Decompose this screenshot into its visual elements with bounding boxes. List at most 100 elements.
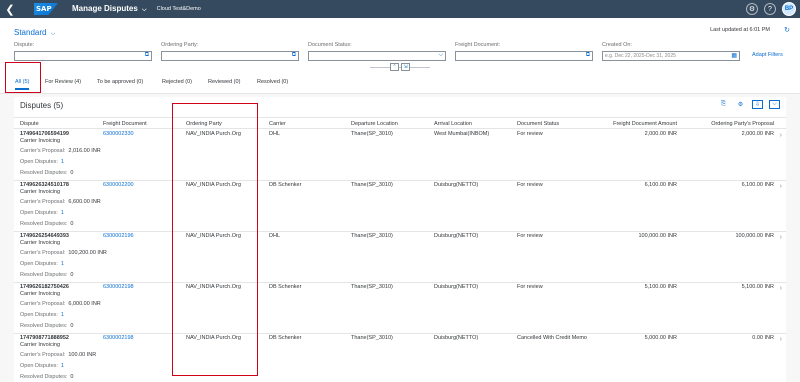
freight-document-link[interactable]: 6300002196 <box>103 233 134 239</box>
carrier-proposal-field: Carrier's Proposal: 100,200.00 INR <box>20 250 107 256</box>
carrier-proposal-value: 100.00 INR <box>68 352 97 358</box>
value-help-icon[interactable]: ⧉ <box>586 52 590 59</box>
document-status-filter-select[interactable]: ⌵ <box>308 51 446 61</box>
system-subtitle: Cloud Test&Demo <box>156 6 201 12</box>
tab-for-review[interactable]: For Review (4) <box>45 78 81 85</box>
dispute-id: 1749626254649393 <box>20 233 69 239</box>
navigation-arrow-icon[interactable]: › <box>780 285 782 292</box>
chevron-down-icon: ⌵ <box>142 7 147 13</box>
adapt-filters-link[interactable]: Adapt Filters <box>752 52 783 58</box>
arrival-location: Duisburg(NETTO) <box>434 335 479 341</box>
open-disputes-value[interactable]: 1 <box>61 312 64 318</box>
ordering-party-proposal: 100,000.00 INR <box>735 233 774 239</box>
freight-document-amount: 100,000.00 INR <box>638 233 677 239</box>
document-status: Cancelled With Credit Memo <box>517 335 587 341</box>
dispute-filter-input[interactable]: ⧉ <box>14 51 152 61</box>
variant-selector[interactable]: Standard ⌵ <box>14 28 55 38</box>
ordering-party-filter-label: Ordering Party: <box>161 42 199 48</box>
collapse-header-button[interactable]: ⌃ <box>390 63 399 71</box>
settings-icon[interactable]: ⚙ <box>735 100 746 109</box>
freight-document-amount: 5,000.00 INR <box>644 335 677 341</box>
created-on-date-range-input[interactable]: e.g. Dec 22, 2025-Dec 31, 2025 ▦ <box>602 51 740 61</box>
refresh-icon[interactable]: ↻ <box>784 26 790 34</box>
back-icon[interactable]: ❮ <box>0 0 20 18</box>
tab-rejected[interactable]: Rejected (0) <box>162 78 192 85</box>
tab-to-be-approved[interactable]: To be approved (0) <box>97 78 143 85</box>
freight-document-link[interactable]: 6300002198 <box>103 284 134 290</box>
table-row[interactable]: 1749641706594199 Carrier Invoicing 6300002… <box>14 130 786 181</box>
navigation-arrow-icon[interactable]: › <box>780 234 782 241</box>
column-header-freight-document-amount[interactable]: Freight Document Amount <box>600 121 677 127</box>
table-header: Dispute Freight Document Ordering Party … <box>14 117 786 129</box>
open-disputes-value[interactable]: 1 <box>61 363 64 369</box>
navigation-arrow-icon[interactable]: › <box>780 336 782 343</box>
copy-icon[interactable]: ⎘ <box>718 100 729 109</box>
column-header-ordering-party-proposal[interactable]: Ordering Party's Proposal <box>683 121 774 127</box>
navigation-arrow-icon[interactable]: › <box>780 132 782 139</box>
column-header-departure-location[interactable]: Departure Location <box>351 121 398 127</box>
navigation-arrow-icon[interactable]: › <box>780 183 782 190</box>
freight-document-link[interactable]: 6300002330 <box>103 131 134 137</box>
freight-document-link[interactable]: 6300002198 <box>103 335 134 341</box>
tab-resolved[interactable]: Resolved (0) <box>257 78 288 85</box>
carrier-proposal-value: 6,600.00 INR <box>68 199 101 205</box>
column-header-document-status[interactable]: Document Status <box>517 121 559 127</box>
table-row[interactable]: 1749626254649393 Carrier Invoicing 6300002… <box>14 232 786 283</box>
created-on-filter-label: Created On: <box>602 42 632 48</box>
dispute-id: 1747908771888952 <box>20 335 69 341</box>
ordering-party-filter-input[interactable]: ⧉ <box>161 51 299 61</box>
departure-location: Thane(SP_3010) <box>351 284 393 290</box>
resolved-disputes-field: Resolved Disputes: 0 <box>20 170 73 176</box>
open-disputes-field: Open Disputes: 1 <box>20 261 64 267</box>
sap-logo: SAP <box>34 3 58 15</box>
resolved-disputes-label: Resolved Disputes: <box>20 170 68 176</box>
dispute-id: 1749641706594199 <box>20 131 69 137</box>
carrier-proposal-label: Carrier's Proposal: <box>20 148 66 154</box>
column-header-carrier[interactable]: Carrier <box>269 121 286 127</box>
open-disputes-value[interactable]: 1 <box>61 210 64 216</box>
last-updated-text: Last updated at 6:01 PM <box>710 27 770 33</box>
pin-header-button[interactable]: ⇲ <box>401 63 410 71</box>
help-icon[interactable]: ? <box>764 3 776 15</box>
arrival-location: Duisburg(NETTO) <box>434 284 479 290</box>
resolved-disputes-value: 0 <box>70 170 74 176</box>
dispute-type: Carrier Invoicing <box>20 138 61 144</box>
open-disputes-field: Open Disputes: 1 <box>20 312 64 318</box>
dispute-type: Carrier Invoicing <box>20 240 61 246</box>
column-header-arrival-location[interactable]: Arrival Location <box>434 121 472 127</box>
open-disputes-value[interactable]: 1 <box>61 261 64 267</box>
table-row[interactable]: 1749626182750426 Carrier Invoicing 6300002… <box>14 283 786 334</box>
freight-document-filter-input[interactable]: ⧉ <box>455 51 593 61</box>
header-divider <box>370 67 430 68</box>
ordering-party-proposal: 2,000.00 INR <box>741 131 774 137</box>
value-help-icon[interactable]: ⧉ <box>145 52 149 59</box>
resolved-disputes-field: Resolved Disputes: 0 <box>20 374 73 380</box>
carrier-proposal-label: Carrier's Proposal: <box>20 301 66 307</box>
open-disputes-value[interactable]: 1 <box>61 159 64 165</box>
chevron-down-icon[interactable]: ⌵ <box>438 52 443 59</box>
resolved-disputes-field: Resolved Disputes: 0 <box>20 323 73 329</box>
calendar-icon[interactable]: ▦ <box>731 52 737 59</box>
carrier: DB Schenker <box>269 284 302 290</box>
resolved-disputes-field: Resolved Disputes: 0 <box>20 272 73 278</box>
tab-reviewed[interactable]: Reviewed (0) <box>208 78 240 85</box>
chevron-down-icon[interactable]: ⌵ <box>769 100 780 109</box>
table-row[interactable]: 1747908771888952 Carrier Invoicing 6300002… <box>14 334 786 382</box>
column-header-freight-document[interactable]: Freight Document <box>103 121 147 127</box>
icon-tab-bar: All (5) For Review (4) To be approved (0… <box>0 78 800 94</box>
freight-document-link[interactable]: 6300002200 <box>103 182 134 188</box>
settings-icon[interactable]: ⚙ <box>746 3 758 15</box>
freight-document-amount: 5,100.00 INR <box>644 284 677 290</box>
column-header-dispute[interactable]: Dispute <box>20 121 39 127</box>
table-row[interactable]: 1749626324510178 Carrier Invoicing 6300002… <box>14 181 786 232</box>
dispute-type: Carrier Invoicing <box>20 189 61 195</box>
carrier-proposal-value: 6,000.00 INR <box>68 301 101 307</box>
app-title-menu[interactable]: Manage Disputes ⌵ <box>72 4 147 14</box>
export-icon[interactable]: ⇩ <box>752 100 763 109</box>
filter-bar: Standard ⌵ Last updated at 6:01 PM ↻ Dis… <box>0 18 800 78</box>
carrier-proposal-value: 2,016.00 INR <box>68 148 101 154</box>
freight-document-amount: 2,000.00 INR <box>644 131 677 137</box>
dispute-id: 1749626324510178 <box>20 182 69 188</box>
value-help-icon[interactable]: ⧉ <box>292 52 296 59</box>
avatar[interactable]: BP <box>782 2 796 16</box>
